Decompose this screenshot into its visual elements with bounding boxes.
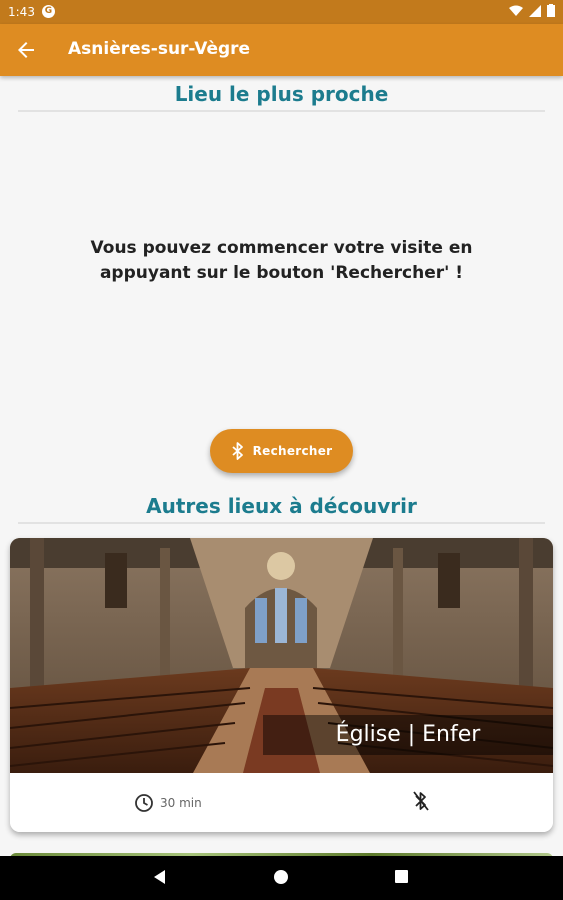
nearest-divider [18, 110, 545, 112]
place-name: Église | Enfer [263, 715, 553, 755]
clock-icon [135, 794, 153, 812]
bluetooth-icon [231, 442, 243, 460]
nav-back-icon[interactable] [153, 869, 167, 885]
search-button[interactable]: Rechercher [210, 429, 353, 473]
signal-icon [529, 4, 541, 17]
app-bar: Asnières-sur-Vègre [0, 24, 563, 76]
place-card[interactable]: Église | Enfer 30 min [10, 538, 553, 832]
others-divider [18, 522, 545, 524]
nav-recents-icon[interactable] [395, 870, 408, 883]
bluetooth-disabled-icon [413, 791, 429, 811]
battery-icon [547, 4, 555, 17]
arrow-back-icon[interactable] [14, 38, 38, 62]
duration-label: 30 min [160, 796, 202, 810]
status-bar: 1:43 G [0, 0, 563, 24]
place-card-footer: 30 min [10, 773, 553, 832]
nav-home-icon[interactable] [274, 870, 288, 884]
search-button-label: Rechercher [252, 444, 333, 458]
wifi-icon [509, 5, 523, 16]
status-icons [509, 4, 555, 17]
system-nav-bar [0, 856, 563, 900]
app-title: Asnières-sur-Vègre [68, 39, 251, 59]
duration: 30 min [134, 793, 202, 813]
status-time: 1:43 [8, 5, 35, 19]
others-title: Autres lieux à découvrir [146, 494, 417, 518]
nearest-title: Lieu le plus proche [174, 82, 389, 106]
start-visit-message: Vous pouvez commencer votre visite en ap… [90, 238, 473, 283]
google-notification-icon: G [42, 5, 55, 18]
